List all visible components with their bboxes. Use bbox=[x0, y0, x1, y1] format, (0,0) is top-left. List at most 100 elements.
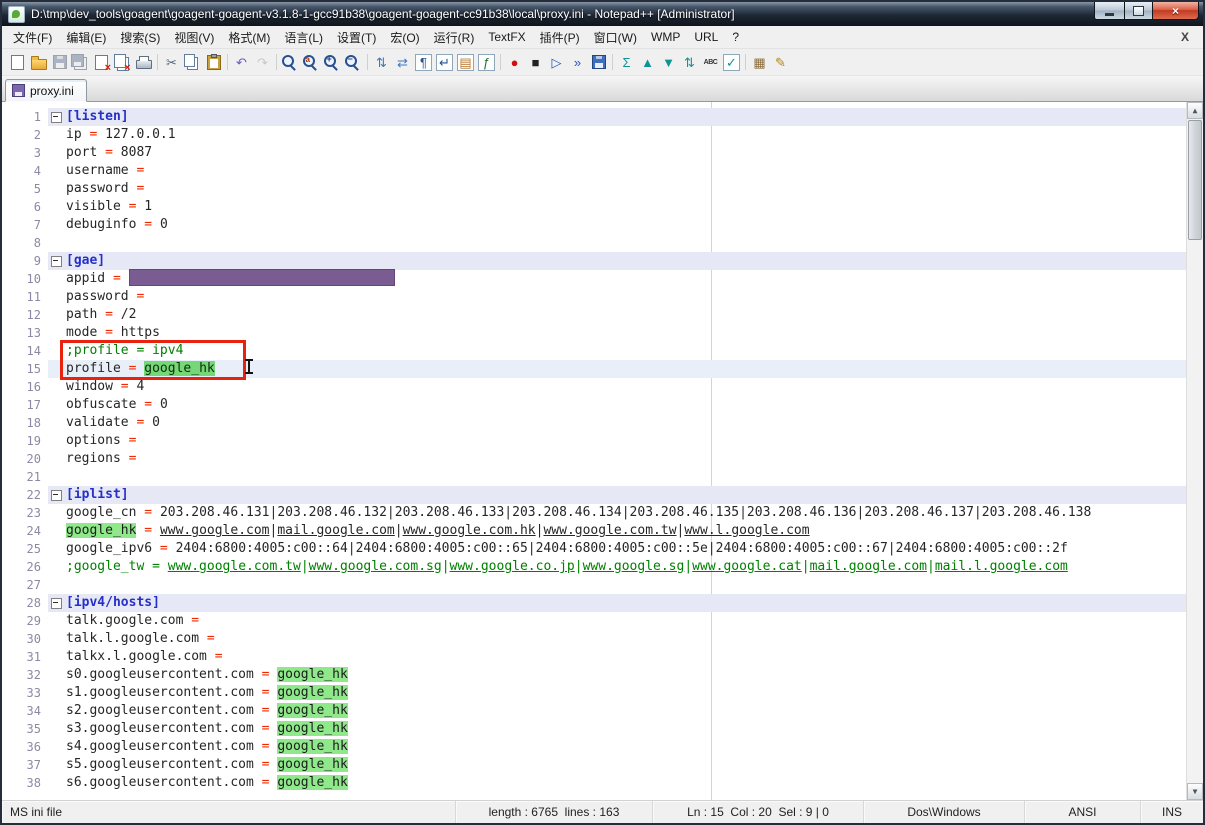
stop-macro-icon[interactable]: ■ bbox=[525, 52, 546, 72]
fold-collapse-marker[interactable] bbox=[51, 256, 62, 267]
sync-scroll-vertical-icon[interactable]: ⇅ bbox=[371, 52, 392, 72]
code-line[interactable]: 36 s4.googleusercontent.com = google_hk bbox=[2, 738, 1186, 756]
scroll-down-arrow[interactable]: ▼ bbox=[1187, 783, 1203, 800]
code-line[interactable]: 10 appid = bbox=[2, 268, 1186, 288]
code-line[interactable]: 4 username = bbox=[2, 162, 1186, 180]
zoom-in-icon[interactable] bbox=[322, 52, 343, 72]
code-line[interactable]: 12 path = /2 bbox=[2, 306, 1186, 324]
edit-pencil-icon[interactable]: ✎ bbox=[770, 52, 791, 72]
menu-item-window[interactable]: 窗口(W) bbox=[587, 26, 644, 48]
word-wrap-icon[interactable]: ↵ bbox=[434, 52, 455, 72]
zoom-out-icon[interactable] bbox=[343, 52, 364, 72]
title-bar[interactable]: D:\tmp\dev_tools\goagent\goagent-goagent… bbox=[2, 2, 1203, 26]
play-macro-icon[interactable]: ▷ bbox=[546, 52, 567, 72]
menu-item-help[interactable]: ? bbox=[725, 26, 746, 48]
code-line[interactable]: 34 s2.googleusercontent.com = google_hk bbox=[2, 702, 1186, 720]
fold-collapse-marker[interactable] bbox=[51, 112, 62, 123]
find-icon[interactable] bbox=[280, 52, 301, 72]
code-line[interactable]: 6 visible = 1 bbox=[2, 198, 1186, 216]
menu-item-edit[interactable]: 编辑(E) bbox=[59, 26, 113, 48]
menu-item-settings[interactable]: 设置(T) bbox=[330, 26, 383, 48]
code-line[interactable]: 38 s6.googleusercontent.com = google_hk bbox=[2, 774, 1186, 792]
menu-item-macro[interactable]: 宏(O) bbox=[383, 26, 426, 48]
menu-item-language[interactable]: 语言(L) bbox=[277, 26, 330, 48]
close-button[interactable]: × bbox=[1153, 2, 1199, 20]
cut-icon[interactable]: ✂ bbox=[161, 52, 182, 72]
code-line[interactable]: 33 s1.googleusercontent.com = google_hk bbox=[2, 684, 1186, 702]
close-file-icon[interactable] bbox=[91, 52, 112, 74]
menu-item-format[interactable]: 格式(M) bbox=[221, 26, 277, 48]
menu-item-wmp[interactable]: WMP bbox=[644, 26, 687, 48]
docs-book-icon[interactable]: ▦ bbox=[749, 52, 770, 72]
print-icon[interactable] bbox=[133, 52, 154, 72]
code-line[interactable]: 2 ip = 127.0.0.1 bbox=[2, 126, 1186, 144]
document-close-button[interactable]: X bbox=[1175, 30, 1195, 44]
run-macro-multiple-icon[interactable]: » bbox=[567, 52, 588, 72]
textfx-sum-icon[interactable]: Σ bbox=[616, 52, 637, 72]
code-line[interactable]: 28 [ipv4/hosts] bbox=[2, 594, 1186, 612]
sync-scroll-horizontal-icon[interactable]: ⇄ bbox=[392, 52, 413, 72]
menu-item-run[interactable]: 运行(R) bbox=[427, 26, 482, 48]
save-file-icon[interactable] bbox=[49, 52, 70, 72]
paste-icon[interactable] bbox=[203, 52, 224, 72]
code-line[interactable]: 23 google_cn = 203.208.46.131|203.208.46.… bbox=[2, 504, 1186, 522]
code-line[interactable]: 24 google_hk = www.google.com|mail.google… bbox=[2, 522, 1186, 540]
tab-proxy-ini[interactable]: proxy.ini bbox=[5, 79, 87, 102]
code-line[interactable]: 27 bbox=[2, 576, 1186, 594]
code-line[interactable]: 9 [gae] bbox=[2, 252, 1186, 270]
code-line[interactable]: 8 bbox=[2, 234, 1186, 252]
code-line[interactable]: 22 [iplist] bbox=[2, 486, 1186, 504]
open-folder-icon[interactable] bbox=[28, 52, 49, 72]
save-macro-icon[interactable] bbox=[588, 52, 609, 72]
code-line[interactable]: 35 s3.googleusercontent.com = google_hk bbox=[2, 720, 1186, 738]
replace-icon[interactable] bbox=[301, 52, 322, 72]
sort-ascending-icon[interactable]: ▲ bbox=[637, 52, 658, 72]
code-line[interactable]: 11 password = bbox=[2, 288, 1186, 306]
sort-descending-icon[interactable]: ▼ bbox=[658, 52, 679, 72]
code-line[interactable]: 25 google_ipv6 = 2404:6800:4005:c00::64|2… bbox=[2, 540, 1186, 558]
vertical-scrollbar[interactable]: ▲ ▼ bbox=[1186, 102, 1203, 800]
code-line[interactable]: 14 ;profile = ipv4 bbox=[2, 342, 1186, 360]
redo-icon[interactable]: ↷ bbox=[252, 52, 273, 72]
scroll-up-arrow[interactable]: ▲ bbox=[1187, 102, 1203, 119]
menu-item-search[interactable]: 搜索(S) bbox=[113, 26, 167, 48]
code-line[interactable]: 1 [listen] bbox=[2, 108, 1186, 126]
undo-icon[interactable]: ↶ bbox=[231, 52, 252, 72]
show-all-characters-icon[interactable]: ¶ bbox=[413, 52, 434, 72]
save-all-icon[interactable] bbox=[70, 52, 91, 72]
code-line[interactable]: 16 window = 4 bbox=[2, 378, 1186, 396]
spell-check-ok-icon[interactable]: ✓ bbox=[721, 52, 742, 72]
menu-item-view[interactable]: 视图(V) bbox=[167, 26, 221, 48]
code-line[interactable]: 19 options = bbox=[2, 432, 1186, 450]
spell-check-icon[interactable]: ABC bbox=[700, 52, 721, 72]
close-all-icon[interactable] bbox=[112, 52, 133, 74]
code-line[interactable]: 37 s5.googleusercontent.com = google_hk bbox=[2, 756, 1186, 774]
fold-collapse-marker[interactable] bbox=[51, 598, 62, 609]
copy-icon[interactable] bbox=[182, 52, 203, 72]
code-line[interactable]: 15 profile = google_hk bbox=[2, 360, 1186, 378]
new-file-icon[interactable] bbox=[7, 52, 28, 72]
editor[interactable]: 1 [listen] 2 ip = 127.0.0.1 3 port = 8087 4 use… bbox=[2, 102, 1203, 800]
code-line[interactable]: 13 mode = https bbox=[2, 324, 1186, 342]
code-line[interactable]: 30 talk.l.google.com = bbox=[2, 630, 1186, 648]
code-line[interactable]: 21 bbox=[2, 468, 1186, 486]
record-macro-icon[interactable]: ● bbox=[504, 52, 525, 72]
code-line[interactable]: 20 regions = bbox=[2, 450, 1186, 468]
minimize-button[interactable] bbox=[1094, 2, 1125, 20]
code-line[interactable]: 3 port = 8087 bbox=[2, 144, 1186, 162]
code-line[interactable]: 32 s0.googleusercontent.com = google_hk bbox=[2, 666, 1186, 684]
code-line[interactable]: 31 talkx.l.google.com = bbox=[2, 648, 1186, 666]
maximize-button[interactable] bbox=[1125, 2, 1153, 20]
scrollbar-thumb[interactable] bbox=[1188, 120, 1202, 240]
code-line[interactable]: 26 ;google_tw = www.google.com.tw|www.goo… bbox=[2, 558, 1186, 576]
sort-lines-icon[interactable]: ⇅ bbox=[679, 52, 700, 72]
code-line[interactable]: 7 debuginfo = 0 bbox=[2, 216, 1186, 234]
fold-collapse-marker[interactable] bbox=[51, 490, 62, 501]
code-line[interactable]: 17 obfuscate = 0 bbox=[2, 396, 1186, 414]
function-list-icon[interactable]: ƒ bbox=[476, 52, 497, 72]
doc-map-icon[interactable]: ▤ bbox=[455, 52, 476, 72]
menu-item-file[interactable]: 文件(F) bbox=[6, 26, 59, 48]
code-line[interactable]: 5 password = bbox=[2, 180, 1186, 198]
code-line[interactable]: 29 talk.google.com = bbox=[2, 612, 1186, 630]
menu-item-textfx[interactable]: TextFX bbox=[481, 26, 532, 48]
